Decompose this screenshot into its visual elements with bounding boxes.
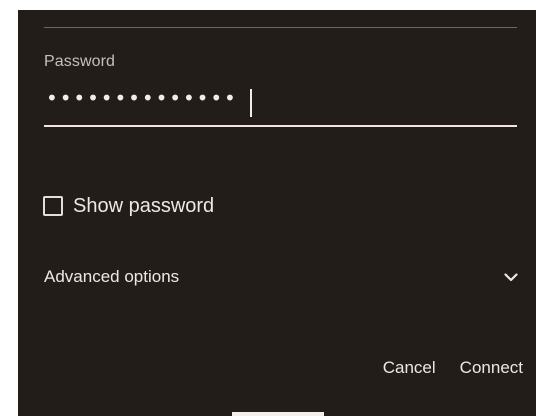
password-field-underline [44,125,517,127]
wifi-connect-dialog: Password •••••••••••••• Show password Ad… [18,10,536,416]
show-password-checkbox[interactable]: Show password [43,191,214,221]
window-edge [0,0,536,10]
cancel-button[interactable]: Cancel [377,352,442,384]
password-label: Password [44,53,116,70]
dialog-actions: Cancel Connect [377,352,529,384]
previous-field-underline [44,27,517,28]
bottom-handle [232,412,324,416]
connect-button[interactable]: Connect [454,352,529,384]
password-input-value[interactable]: •••••••••••••• [46,86,238,110]
text-caret [250,89,252,117]
show-password-label[interactable]: Show password [73,195,214,218]
advanced-options-toggle[interactable]: Advanced options [44,262,519,292]
password-field[interactable]: •••••••••••••• [44,86,517,127]
chevron-down-icon[interactable] [503,269,519,285]
advanced-options-label[interactable]: Advanced options [44,267,179,287]
checkbox-box[interactable] [43,196,63,216]
